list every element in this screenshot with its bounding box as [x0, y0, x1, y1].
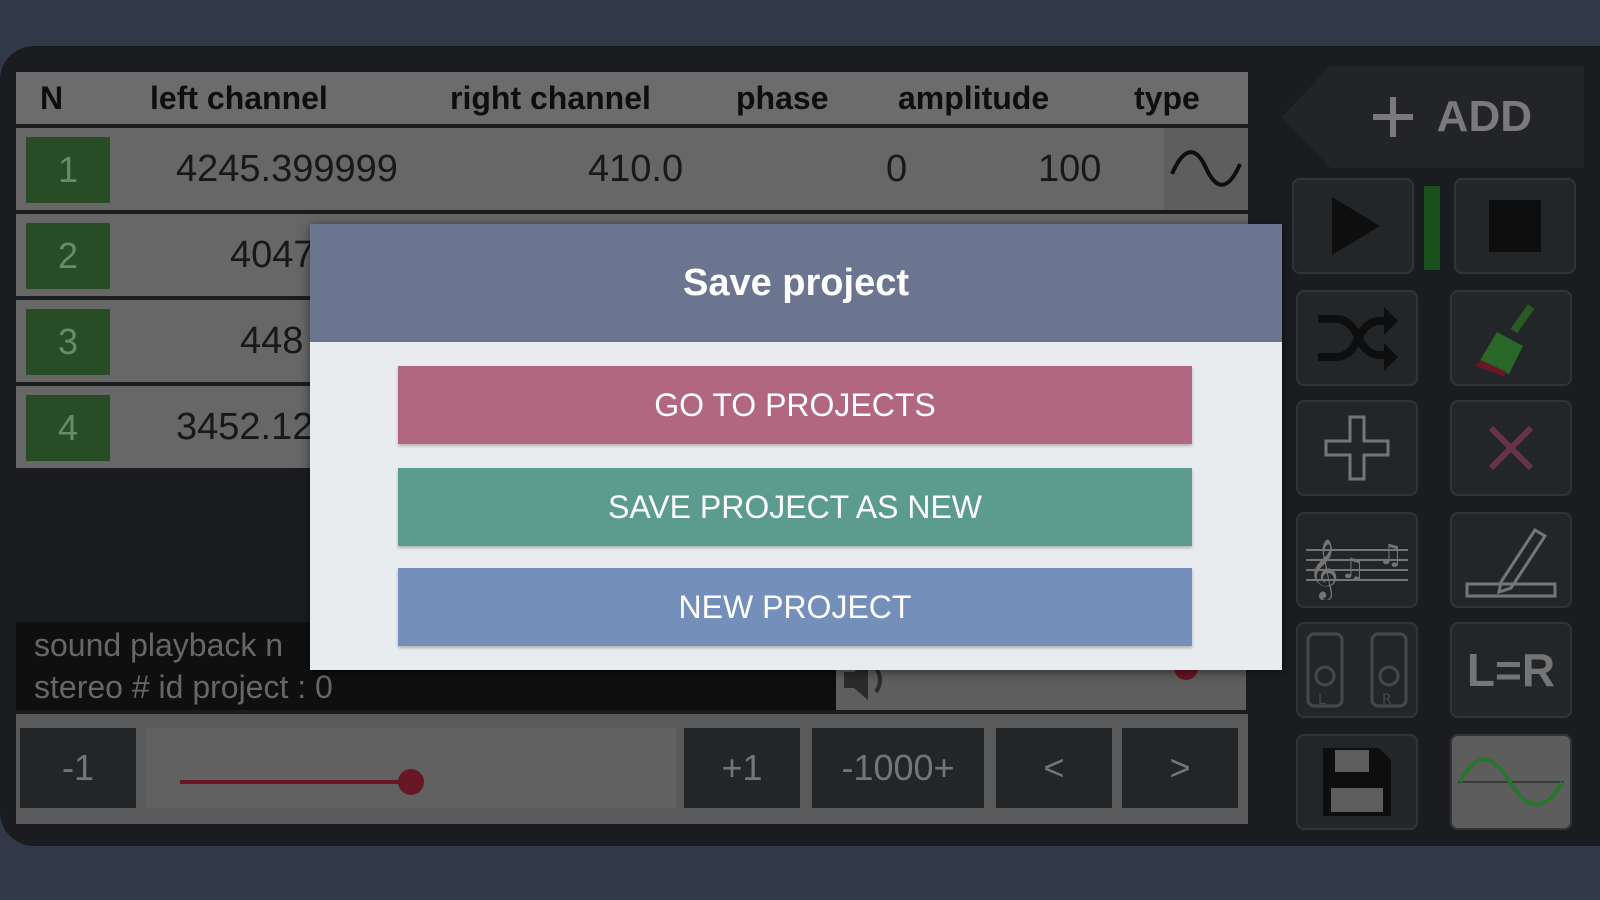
dialog-title: Save project	[310, 224, 1282, 342]
save-project-dialog: Save project GO TO PROJECTS SAVE PROJECT…	[310, 224, 1282, 670]
new-project-button[interactable]: NEW PROJECT	[398, 568, 1192, 646]
go-to-projects-button[interactable]: GO TO PROJECTS	[398, 366, 1192, 444]
save-project-as-new-button[interactable]: SAVE PROJECT AS NEW	[398, 468, 1192, 546]
